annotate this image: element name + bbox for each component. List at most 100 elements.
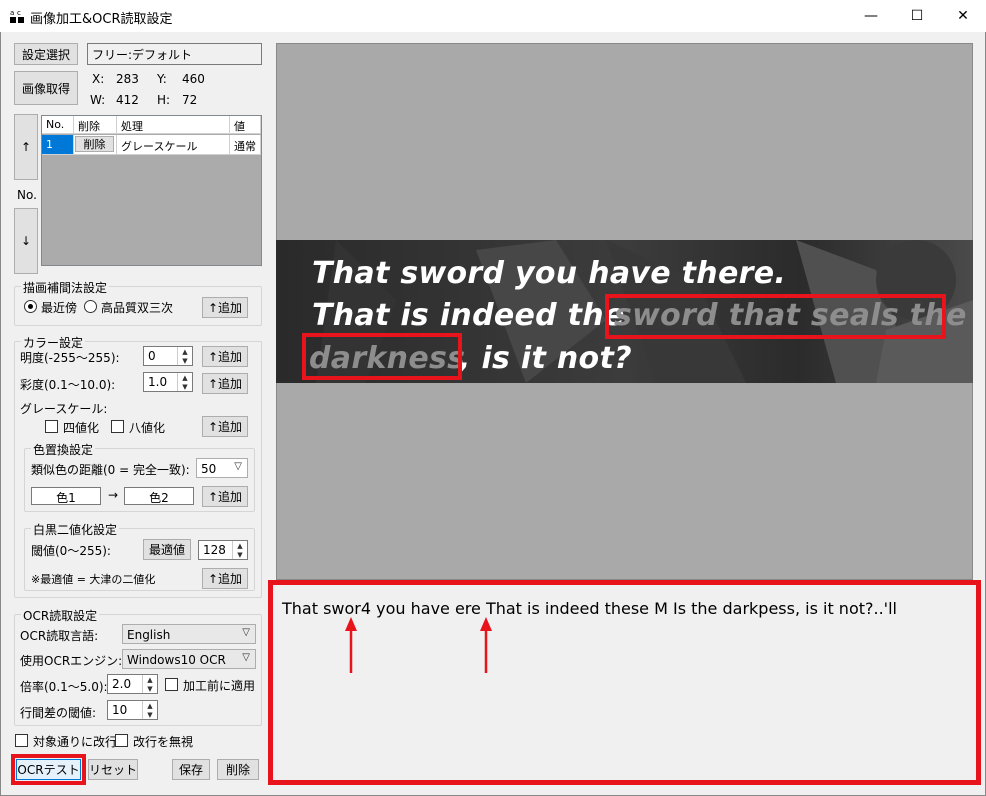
grayscale-label: グレースケール: bbox=[20, 402, 108, 416]
delete-button[interactable]: 削除 bbox=[217, 759, 259, 780]
move-up-button[interactable]: ↑ bbox=[14, 114, 38, 180]
scale-stepper[interactable]: 2.0 ▲ ▼ bbox=[107, 674, 158, 694]
eight-level-checkbox[interactable] bbox=[111, 420, 124, 433]
chevron-down-icon[interactable]: ▼ bbox=[178, 356, 192, 365]
chevron-down-icon[interactable]: ▼ bbox=[233, 550, 247, 559]
close-button[interactable]: ✕ bbox=[940, 0, 986, 32]
setting-name-field[interactable]: フリー:デフォルト bbox=[87, 43, 262, 65]
ocr-engine-select[interactable]: Windows10 OCR ▽ bbox=[122, 649, 256, 669]
row-delete-button[interactable]: 削除 bbox=[75, 136, 114, 152]
brightness-label: 明度(-255～255): bbox=[20, 351, 120, 365]
distance-select[interactable]: 50 ▽ bbox=[196, 458, 248, 478]
binarize-title: 白黒二値化設定 bbox=[31, 521, 120, 538]
chevron-up-icon[interactable]: ▲ bbox=[178, 373, 192, 382]
process-table[interactable]: No. 削除 処理 値 1 削除 グレースケール 通常 bbox=[41, 115, 262, 266]
interpolation-add-button[interactable]: ↑追加 bbox=[202, 297, 248, 318]
color-replace-add-button[interactable]: ↑追加 bbox=[202, 486, 248, 507]
threshold-stepper[interactable]: 128 ▲ ▼ bbox=[198, 540, 248, 560]
ignore-newline-label: 改行を無視 bbox=[133, 735, 194, 749]
ocr-result-text: That swor4 you have ere That is indeed t… bbox=[282, 599, 897, 618]
optimal-button[interactable]: 最適値 bbox=[143, 539, 191, 560]
four-level-checkbox[interactable] bbox=[45, 420, 58, 433]
arrow-up-icon bbox=[480, 617, 492, 673]
radio-nearest[interactable] bbox=[24, 300, 37, 313]
no-label: No. bbox=[17, 188, 37, 202]
cell-no[interactable]: 1 bbox=[42, 135, 74, 155]
h-label: H: bbox=[157, 93, 171, 107]
w-label: W: bbox=[90, 93, 106, 107]
save-button[interactable]: 保存 bbox=[172, 759, 210, 780]
brightness-value: 0 bbox=[148, 349, 156, 363]
caption-line1: That sword you have there. bbox=[312, 256, 787, 291]
col-header-process: 処理 bbox=[117, 116, 230, 134]
minimize-icon: — bbox=[864, 8, 878, 24]
maximize-icon: ☐ bbox=[910, 8, 924, 24]
saturation-label: 彩度(0.1～10.0): bbox=[20, 378, 116, 392]
radio-nearest-label: 最近傍 bbox=[41, 301, 78, 315]
color2-field[interactable]: 色2 bbox=[124, 487, 194, 505]
ignore-newline-checkbox[interactable] bbox=[115, 734, 128, 747]
setting-select-button[interactable]: 設定選択 bbox=[14, 43, 78, 65]
chevron-down-icon[interactable]: ▼ bbox=[143, 684, 157, 693]
brightness-add-button[interactable]: ↑追加 bbox=[202, 346, 248, 367]
reset-button[interactable]: リセット bbox=[88, 759, 138, 780]
chevron-down-icon: ▽ bbox=[242, 627, 250, 638]
ocr-result-box[interactable]: That swor4 you have ere That is indeed t… bbox=[268, 580, 981, 785]
saturation-add-button[interactable]: ↑追加 bbox=[202, 373, 248, 394]
ocr-language-select[interactable]: English ▽ bbox=[122, 624, 256, 644]
scale-label: 倍率(0.1～5.0): bbox=[20, 680, 108, 694]
line-gap-stepper[interactable]: 10 ▲ ▼ bbox=[107, 700, 158, 720]
x-value: 283 bbox=[116, 72, 139, 86]
svg-text:c: c bbox=[17, 9, 21, 17]
caption-line2a: That is indeed the bbox=[312, 298, 625, 333]
chevron-up-icon[interactable]: ▲ bbox=[143, 675, 157, 684]
brightness-stepper[interactable]: 0 ▲ ▼ bbox=[143, 346, 193, 366]
capture-image-button[interactable]: 画像取得 bbox=[14, 71, 78, 105]
arrow-right-icon: → bbox=[108, 488, 119, 502]
chevron-down-icon[interactable]: ▼ bbox=[178, 382, 192, 391]
apply-before-checkbox[interactable] bbox=[165, 678, 178, 691]
chevron-down-icon: ▽ bbox=[234, 461, 242, 472]
minimize-button[interactable]: — bbox=[848, 0, 894, 32]
ocr-test-button[interactable]: OCRテスト bbox=[16, 759, 81, 780]
col-header-no: No. bbox=[42, 116, 74, 134]
line-gap-label: 行間差の閾値: bbox=[20, 706, 97, 720]
saturation-stepper[interactable]: 1.0 ▲ ▼ bbox=[143, 372, 193, 392]
move-down-button[interactable]: ↓ bbox=[14, 208, 38, 274]
col-header-value: 値 bbox=[230, 116, 261, 134]
svg-text:a: a bbox=[10, 9, 14, 17]
threshold-value: 128 bbox=[203, 543, 226, 557]
distance-value: 50 bbox=[201, 462, 217, 476]
cell-value[interactable]: 通常 bbox=[230, 135, 261, 155]
y-value: 460 bbox=[182, 72, 205, 86]
app-icon: a c bbox=[9, 8, 25, 24]
col-header-delete: 削除 bbox=[74, 116, 117, 134]
x-label: X: bbox=[92, 72, 105, 86]
binarize-add-button[interactable]: ↑追加 bbox=[202, 568, 248, 589]
chevron-up-icon[interactable]: ▲ bbox=[143, 701, 157, 710]
window-title: 画像加工&OCR読取設定 bbox=[30, 12, 173, 27]
cell-process[interactable]: グレースケール bbox=[117, 135, 230, 155]
apply-before-label: 加工前に適用 bbox=[183, 679, 256, 693]
chevron-up-icon[interactable]: ▲ bbox=[178, 347, 192, 356]
otsu-note: ※最適値 = 大津の二値化 bbox=[31, 573, 156, 586]
scale-value: 2.0 bbox=[112, 677, 132, 691]
line-gap-value: 10 bbox=[112, 703, 128, 717]
color1-field[interactable]: 色1 bbox=[31, 487, 101, 505]
chevron-down-icon[interactable]: ▼ bbox=[143, 710, 157, 719]
grayscale-add-button[interactable]: ↑追加 bbox=[202, 416, 248, 437]
maximize-button[interactable]: ☐ bbox=[894, 0, 940, 32]
saturation-value: 1.0 bbox=[148, 375, 168, 389]
radio-bicubic-label: 高品質双三次 bbox=[101, 301, 174, 315]
radio-bicubic[interactable] bbox=[84, 300, 97, 313]
newline-by-target-checkbox[interactable] bbox=[15, 734, 28, 747]
distance-label: 類似色の距離(0 = 完全一致): bbox=[31, 463, 190, 477]
ocr-language-label: OCR読取言語: bbox=[20, 629, 99, 643]
caption-line3b: , is it not? bbox=[459, 341, 632, 376]
ocr-engine-value: Windows10 OCR bbox=[127, 653, 226, 667]
chevron-up-icon[interactable]: ▲ bbox=[233, 541, 247, 550]
chevron-down-icon: ▽ bbox=[242, 652, 250, 663]
y-label: Y: bbox=[157, 72, 167, 86]
cell-delete[interactable]: 削除 bbox=[74, 135, 117, 155]
newline-by-target-label: 対象通りに改行 bbox=[33, 735, 118, 749]
